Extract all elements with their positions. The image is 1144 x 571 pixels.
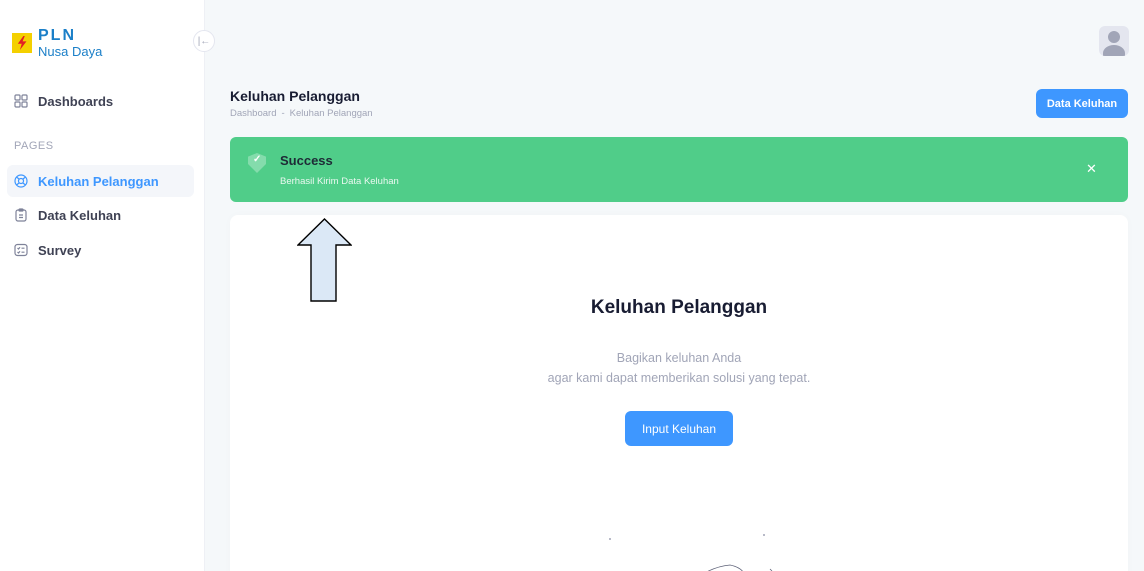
illustration-image [609, 534, 773, 571]
sidebar: PLN Nusa Daya Dashboards PAGES Keluhan P… [0, 0, 205, 571]
card-description-line-1: Bagikan keluhan Anda [616, 351, 742, 365]
sidebar-item-data-keluhan[interactable]: Data Keluhan [7, 199, 194, 231]
sidebar-item-survey[interactable]: Survey [7, 234, 194, 266]
close-icon[interactable]: ✕ [1086, 161, 1097, 177]
alert-title: Success [280, 153, 333, 168]
alert-message: Berhasil Kirim Data Keluhan [280, 176, 399, 187]
sidebar-item-keluhan-pelanggan[interactable]: Keluhan Pelanggan [7, 165, 194, 197]
support-icon [14, 174, 28, 188]
section-label-pages: PAGES [14, 140, 54, 152]
breadcrumb-item-dashboard[interactable]: Dashboard [230, 108, 276, 119]
sidebar-item-label: Dashboards [38, 93, 114, 109]
clipboard-icon [15, 208, 27, 222]
grid-icon [14, 94, 28, 108]
success-alert: ✓ Success Berhasil Kirim Data Keluhan ✕ [230, 137, 1128, 202]
brand-subtitle: Nusa Daya [38, 44, 103, 59]
breadcrumb-item-current: Keluhan Pelanggan [289, 108, 373, 119]
page-title: Keluhan Pelanggan [230, 88, 360, 104]
up-arrow-annotation-icon [297, 218, 352, 302]
breadcrumb: Dashboard - Keluhan Pelanggan [230, 108, 373, 119]
breadcrumb-separator: - [281, 108, 285, 119]
user-avatar-icon[interactable] [1099, 26, 1129, 56]
sidebar-item-dashboards[interactable]: Dashboards [7, 85, 194, 117]
check-icon: ✓ [253, 154, 262, 165]
pln-logo[interactable]: PLN Nusa Daya [12, 28, 102, 58]
pln-logo-icon [12, 33, 32, 53]
input-keluhan-button[interactable]: Input Keluhan [625, 411, 733, 446]
checklist-icon [14, 243, 28, 257]
sidebar-item-label: Survey [38, 242, 82, 258]
collapse-left-icon: |← [197, 35, 211, 47]
card-title: Keluhan Pelanggan [590, 297, 768, 318]
main-card: Keluhan Pelanggan Bagikan keluhan Anda a… [230, 215, 1128, 571]
card-description: Bagikan keluhan Anda agar kami dapat mem… [230, 348, 1128, 388]
sidebar-item-label: Data Keluhan [38, 207, 122, 223]
card-description-line-2: agar kami dapat memberikan solusi yang t… [547, 371, 811, 385]
sidebar-item-label: Keluhan Pelanggan [38, 173, 159, 189]
brand-name: PLN [38, 27, 76, 44]
data-keluhan-button[interactable]: Data Keluhan [1036, 89, 1128, 118]
collapse-sidebar-button[interactable]: |← [193, 30, 215, 52]
